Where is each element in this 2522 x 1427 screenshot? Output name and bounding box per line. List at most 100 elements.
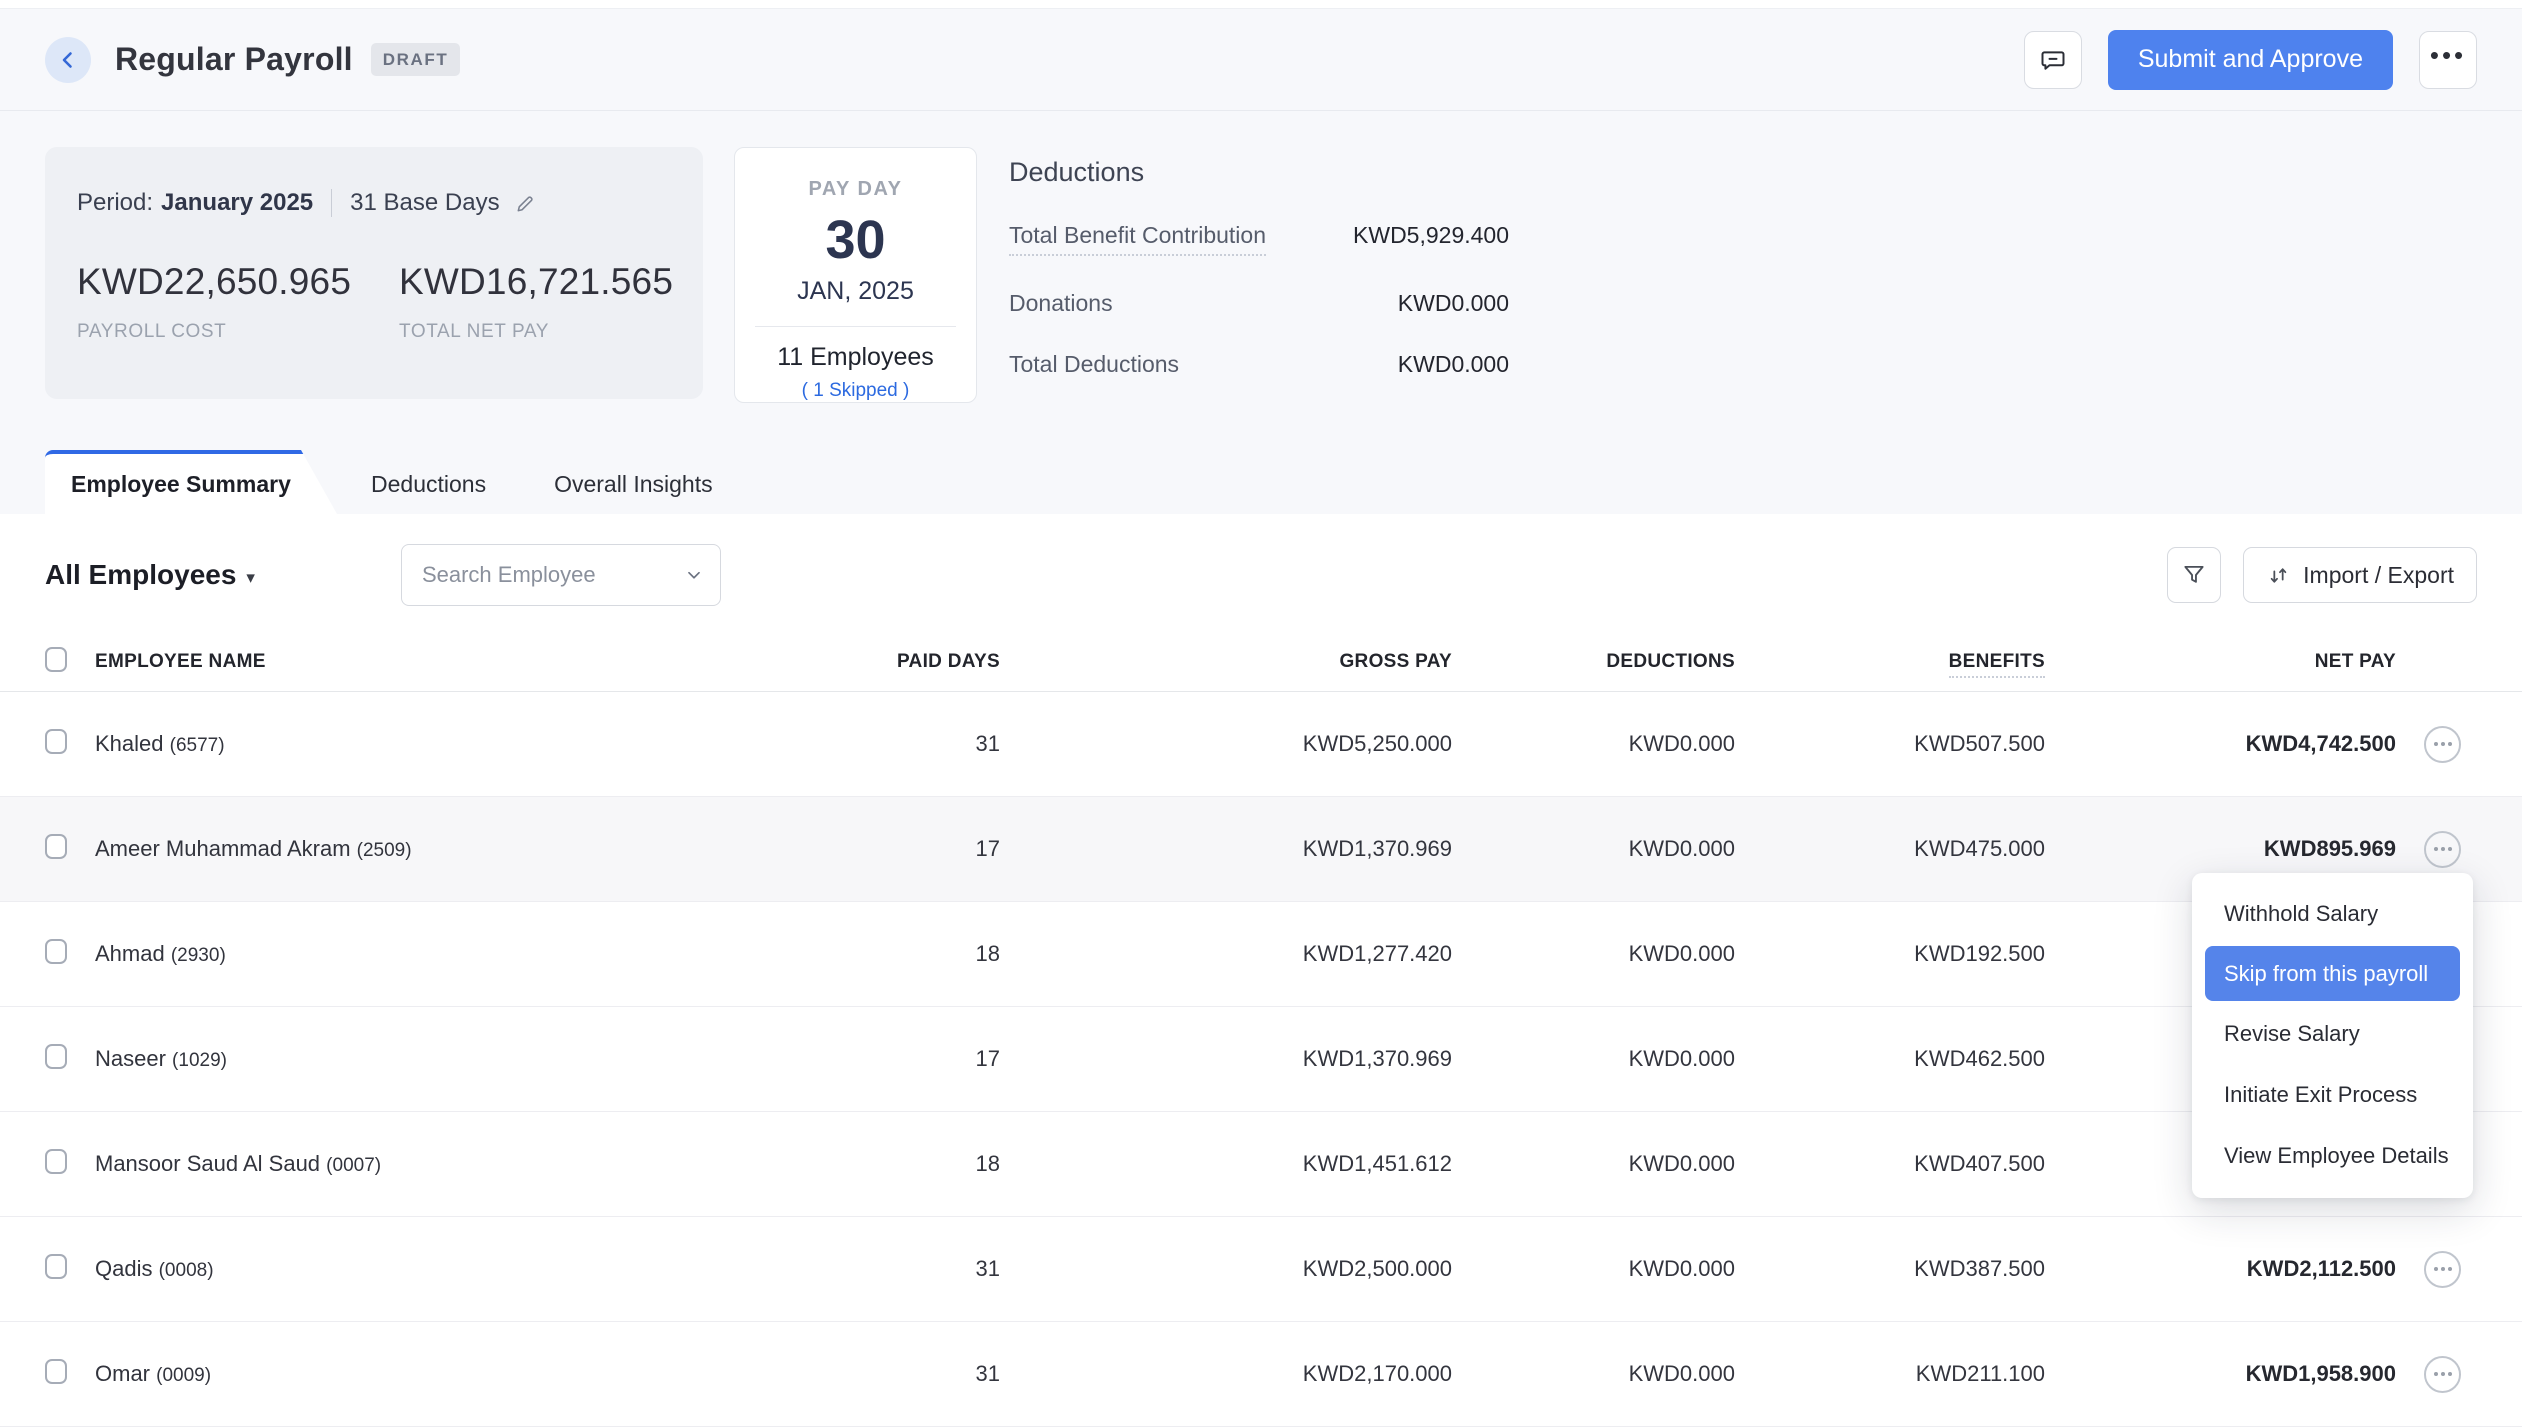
tab-overall-insights[interactable]: Overall Insights xyxy=(520,454,747,514)
row-checkbox[interactable] xyxy=(45,729,67,754)
gross-pay-cell: KWD2,500.000 xyxy=(1302,1256,1452,1281)
total-deductions-value: KWD0.000 xyxy=(1397,351,1509,377)
table-row[interactable]: Mansoor Saud Al Saud (0007) 18 KWD1,451.… xyxy=(0,1112,2522,1217)
menu-item-initiate-exit-process[interactable]: Initiate Exit Process xyxy=(2192,1064,2473,1125)
edit-period-button[interactable] xyxy=(514,192,537,215)
employee-name: Ameer Muhammad Akram xyxy=(95,836,351,861)
top-strip xyxy=(0,0,2522,9)
row-actions-button[interactable] xyxy=(2424,830,2461,868)
menu-item-skip-from-payroll[interactable]: Skip from this payroll xyxy=(2205,946,2460,1001)
net-pay-cell: KWD1,958.900 xyxy=(2245,1361,2396,1386)
divider xyxy=(755,326,956,327)
tab-bar: Employee Summary Deductions Overall Insi… xyxy=(0,450,2522,514)
deductions-cell: KWD0.000 xyxy=(1628,836,1735,861)
gross-pay-cell: KWD1,277.420 xyxy=(1302,941,1452,966)
paid-days-cell: 31 xyxy=(975,1256,1000,1281)
select-all-checkbox[interactable] xyxy=(45,646,67,672)
table-row[interactable]: Khaled (6577) 31 KWD5,250.000 KWD0.000 K… xyxy=(0,692,2522,797)
employee-id: (0009) xyxy=(156,1365,212,1386)
column-deductions: DEDUCTIONS xyxy=(1606,650,1735,672)
employee-id: (1029) xyxy=(172,1050,227,1071)
column-paid-days: PAID DAYS xyxy=(896,650,1000,672)
filter-button[interactable] xyxy=(2167,547,2222,603)
page-title: Regular Payroll xyxy=(115,41,353,77)
donations-label: Donations xyxy=(1009,290,1113,316)
payroll-page: Regular Payroll DRAFT Submit and Approve… xyxy=(0,0,2522,1427)
benefits-cell: KWD192.500 xyxy=(1914,941,2045,966)
employee-id: (0007) xyxy=(326,1155,382,1176)
import-export-button[interactable]: Import / Export xyxy=(2243,547,2477,603)
table-row[interactable]: Ahmad (2930) 18 KWD1,277.420 KWD0.000 KW… xyxy=(0,902,2522,1007)
benefits-cell: KWD475.000 xyxy=(1914,836,2045,861)
chevron-left-icon xyxy=(56,48,80,72)
deductions-panel: Deductions Total Benefit Contribution KW… xyxy=(1009,147,1509,378)
row-context-menu: Withhold Salary Skip from this payroll R… xyxy=(2192,873,2473,1198)
menu-item-withhold-salary[interactable]: Withhold Salary xyxy=(2192,883,2473,944)
row-actions-button[interactable] xyxy=(2424,1250,2461,1288)
employee-summary-panel: All Employees ▾ Import / Export xyxy=(0,514,2522,1427)
total-net-pay-value: KWD16,721.565 xyxy=(399,261,674,302)
benefits-cell: KWD462.500 xyxy=(1914,1046,2045,1071)
gross-pay-cell: KWD5,250.000 xyxy=(1302,731,1452,756)
benefits-cell: KWD507.500 xyxy=(1914,731,2045,756)
payday-day: 30 xyxy=(825,210,886,270)
employee-name: Naseer xyxy=(95,1046,166,1071)
page-header: Regular Payroll DRAFT Submit and Approve… xyxy=(0,9,2522,111)
employee-filter-dropdown[interactable]: All Employees ▾ xyxy=(45,559,255,591)
base-days: 31 Base Days xyxy=(350,189,500,216)
funnel-icon xyxy=(2181,562,2207,588)
row-checkbox[interactable] xyxy=(45,939,67,964)
submit-and-approve-button[interactable]: Submit and Approve xyxy=(2107,29,2393,90)
period-card: Period: January 2025 31 Base Days KWD22,… xyxy=(45,147,703,399)
row-checkbox[interactable] xyxy=(45,1149,67,1174)
payday-employee-count: 11 Employees xyxy=(777,343,934,371)
employee-name: Mansoor Saud Al Saud xyxy=(95,1151,321,1176)
deductions-cell: KWD0.000 xyxy=(1628,1256,1735,1281)
comments-button[interactable] xyxy=(2023,30,2082,89)
gross-pay-cell: KWD2,170.000 xyxy=(1302,1361,1452,1386)
table-row[interactable]: Qadis (0008) 31 KWD2,500.000 KWD0.000 KW… xyxy=(0,1217,2522,1322)
row-checkbox[interactable] xyxy=(45,1044,67,1069)
menu-item-view-employee-details[interactable]: View Employee Details xyxy=(2192,1125,2473,1186)
table-row[interactable]: Ameer Muhammad Akram (2509) 17 KWD1,370.… xyxy=(0,797,2522,902)
search-employee-input[interactable] xyxy=(400,544,721,606)
donations-value: KWD0.000 xyxy=(1397,290,1509,316)
table-row[interactable]: Naseer (1029) 17 KWD1,370.969 KWD0.000 K… xyxy=(0,1007,2522,1112)
table-row[interactable]: Omar (0009) 31 KWD2,170.000 KWD0.000 KWD… xyxy=(0,1322,2522,1427)
total-benefit-contribution-value: KWD5,929.400 xyxy=(1353,222,1509,248)
row-checkbox[interactable] xyxy=(45,834,67,859)
paid-days-cell: 31 xyxy=(975,1361,1000,1386)
column-net-pay: NET PAY xyxy=(2314,650,2396,672)
tab-employee-summary[interactable]: Employee Summary xyxy=(45,450,337,514)
tab-deductions[interactable]: Deductions xyxy=(337,454,520,514)
benefits-cell: KWD407.500 xyxy=(1914,1151,2045,1176)
column-employee-name: EMPLOYEE NAME xyxy=(95,650,266,672)
column-gross-pay: GROSS PAY xyxy=(1339,650,1452,672)
net-pay-cell: KWD895.969 xyxy=(2263,836,2396,861)
back-button[interactable] xyxy=(45,36,91,83)
deductions-cell: KWD0.000 xyxy=(1628,941,1735,966)
gross-pay-cell: KWD1,451.612 xyxy=(1302,1151,1452,1176)
payday-label: PAY DAY xyxy=(808,178,903,200)
divider xyxy=(331,189,333,217)
row-actions-button[interactable] xyxy=(2424,1355,2461,1393)
employee-search-combo xyxy=(400,544,721,606)
payroll-cost-label: PAYROLL COST xyxy=(77,321,227,342)
swap-vertical-icon xyxy=(2266,563,2303,588)
employee-filter-label: All Employees xyxy=(45,559,237,590)
more-actions-button[interactable]: ••• xyxy=(2419,30,2477,89)
status-badge: DRAFT xyxy=(370,43,461,76)
net-pay-cell: KWD2,112.500 xyxy=(2246,1256,2396,1281)
row-checkbox[interactable] xyxy=(45,1359,67,1384)
deductions-cell: KWD0.000 xyxy=(1628,1151,1735,1176)
column-benefits: BENEFITS xyxy=(1735,650,2045,678)
period-label: Period: xyxy=(77,189,154,216)
row-actions-button[interactable] xyxy=(2424,725,2461,763)
row-checkbox[interactable] xyxy=(45,1254,67,1279)
employee-name: Omar xyxy=(95,1361,150,1386)
payroll-cost-value: KWD22,650.965 xyxy=(77,261,352,302)
total-benefit-contribution-label: Total Benefit Contribution xyxy=(1009,222,1266,256)
skipped-employees-link[interactable]: ( 1 Skipped ) xyxy=(735,380,976,402)
table-header-row: EMPLOYEE NAME PAID DAYS GROSS PAY DEDUCT… xyxy=(0,632,2522,692)
menu-item-revise-salary[interactable]: Revise Salary xyxy=(2192,1003,2473,1064)
